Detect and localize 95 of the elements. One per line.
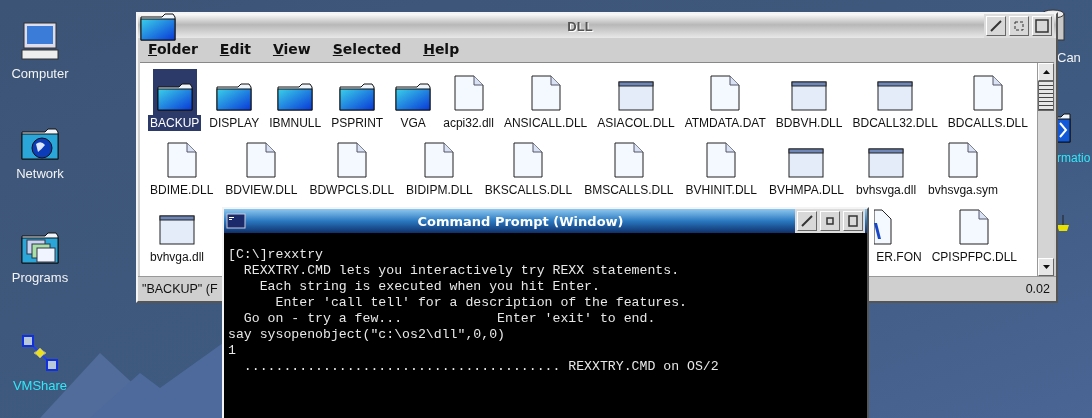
- file-label[interactable]: BDIME.DLL: [148, 182, 216, 198]
- document-icon: [706, 142, 737, 178]
- document-icon: [613, 142, 644, 178]
- folder-icon: [216, 81, 253, 111]
- restore-icon: [1014, 21, 1024, 31]
- folder-icon: [339, 81, 376, 111]
- terminal-line: [C:\]rexxtry: [228, 247, 324, 263]
- document-icon: [166, 142, 197, 178]
- file-label[interactable]: VGA: [398, 115, 428, 131]
- maximize-icon: [1035, 19, 1049, 33]
- file-label[interactable]: BDWPCLS.DLL: [307, 182, 397, 198]
- menu-item[interactable]: Edit: [219, 41, 251, 59]
- file-label[interactable]: bvhsvga.dll: [854, 182, 919, 198]
- minimize-icon: [990, 20, 1002, 32]
- window-icon: [617, 81, 654, 111]
- file-label[interactable]: IBMNULL: [267, 115, 324, 131]
- file-label[interactable]: BACKUP: [148, 115, 202, 131]
- file-label[interactable]: BVHINIT.DLL: [683, 182, 759, 198]
- folder-windows-icon: [21, 230, 59, 264]
- document-icon: [710, 75, 741, 111]
- folder-icon: [156, 81, 193, 111]
- menu-item[interactable]: View: [272, 41, 311, 59]
- file-label[interactable]: bvhsvga.sym: [926, 182, 1001, 198]
- file-label[interactable]: BDVIEW.DLL: [223, 182, 300, 198]
- window-menu-icon: [226, 213, 246, 229]
- file-label[interactable]: BIDIPM.DLL: [404, 182, 475, 198]
- document-icon: [530, 75, 561, 111]
- file-label[interactable]: ASIACOL.DLL: [595, 115, 677, 131]
- window-title: Command Prompt (Window): [416, 213, 625, 229]
- file-label[interactable]: BVHMPA.DLL: [766, 182, 847, 198]
- window-icon: [788, 148, 825, 178]
- terminal-line: 1: [228, 343, 237, 359]
- file-label[interactable]: DISPLAY: [207, 115, 262, 131]
- document-icon: [948, 142, 979, 178]
- window-icon: [868, 148, 905, 178]
- file-label[interactable]: acpi32.dll: [441, 115, 496, 131]
- linked-nodes-icon: [21, 334, 59, 372]
- document-icon: [336, 142, 367, 178]
- file-label[interactable]: bvhvga.dll: [148, 249, 207, 265]
- scroll-up-icon: [1042, 70, 1050, 74]
- desktop-icon-label[interactable]: Network: [16, 166, 64, 181]
- status-text: "BACKUP" (F: [142, 282, 218, 296]
- document-icon: [424, 142, 455, 178]
- file-label[interactable]: BDCALL32.DLL: [850, 115, 940, 131]
- hide-icon: [826, 217, 834, 225]
- maximize-button[interactable]: [1032, 16, 1052, 36]
- scale-icon: [1057, 215, 1069, 231]
- restore-button[interactable]: [1009, 16, 1029, 36]
- menu-item[interactable]: Selected: [332, 41, 402, 59]
- file-label[interactable]: ATMDATA.DAT: [682, 115, 768, 131]
- terminal-line: say sysopenobject("c:\os2\dll",0,0): [228, 327, 506, 343]
- file-label[interactable]: ANSICALL.DLL: [501, 115, 590, 131]
- minimize-button[interactable]: [797, 211, 817, 231]
- document-icon: [959, 209, 990, 245]
- minimize-button[interactable]: [986, 16, 1006, 36]
- file-label[interactable]: BMSCALLS.DLL: [582, 182, 676, 198]
- terminal-line: Each string is executed when you hit Enter.: [258, 279, 601, 295]
- file-label[interactable]: BKSCALLS.DLL: [482, 182, 575, 198]
- document-icon: [513, 142, 544, 178]
- file-label[interactable]: PSPRINT: [329, 115, 386, 131]
- terminal-line: Go on - try a few... Enter 'exit' to end.: [242, 311, 657, 327]
- document-icon: [246, 142, 277, 178]
- vertical-scrollbar[interactable]: [1037, 63, 1054, 276]
- file-label[interactable]: ER.FON: [874, 249, 924, 265]
- desktop-icon-label[interactable]: rmatio: [1057, 151, 1091, 165]
- maximize-button[interactable]: [843, 211, 863, 231]
- menu-item[interactable]: Folder: [148, 41, 198, 59]
- file-label[interactable]: BDCALLS.DLL: [945, 115, 1030, 131]
- terminal-line: REXXTRY.CMD lets you interactively try REXX statements.: [242, 263, 681, 279]
- computer-icon: [21, 22, 59, 60]
- maximize-icon: [848, 215, 858, 227]
- file-label[interactable]: CPISPFPC.DLL: [929, 249, 1019, 265]
- folder-globe-icon: [21, 126, 59, 160]
- desktop-icon-label[interactable]: Programs: [11, 270, 69, 285]
- terminal-line: Enter 'call tell' for a description of the features.: [274, 295, 688, 311]
- minimize-icon: [801, 215, 813, 227]
- scroll-down-icon: [1042, 265, 1050, 269]
- hide-button[interactable]: [820, 211, 840, 231]
- desktop-icon-label[interactable]: VMShare: [12, 378, 68, 393]
- terminal-line: ........................................ REXXTRY.CMD on OS/2: [242, 359, 720, 375]
- window-icon: [877, 81, 914, 111]
- folder-icon: [395, 81, 432, 111]
- window-icon: [791, 81, 828, 111]
- desktop-icon-label[interactable]: Can: [1057, 50, 1081, 65]
- window-icon: [159, 215, 195, 245]
- document-icon: [972, 75, 1003, 111]
- menu-item[interactable]: Help: [423, 41, 460, 59]
- file-label[interactable]: BDBVH.DLL: [773, 115, 845, 131]
- folder-icon: [277, 81, 314, 111]
- status-text: 0.02: [1025, 282, 1050, 296]
- font-file-icon: [874, 209, 893, 245]
- desktop-icon-label[interactable]: Computer: [11, 66, 69, 81]
- document-icon: [453, 75, 484, 111]
- scroll-thumb[interactable]: [1038, 81, 1054, 111]
- window-title: DLL: [566, 18, 594, 34]
